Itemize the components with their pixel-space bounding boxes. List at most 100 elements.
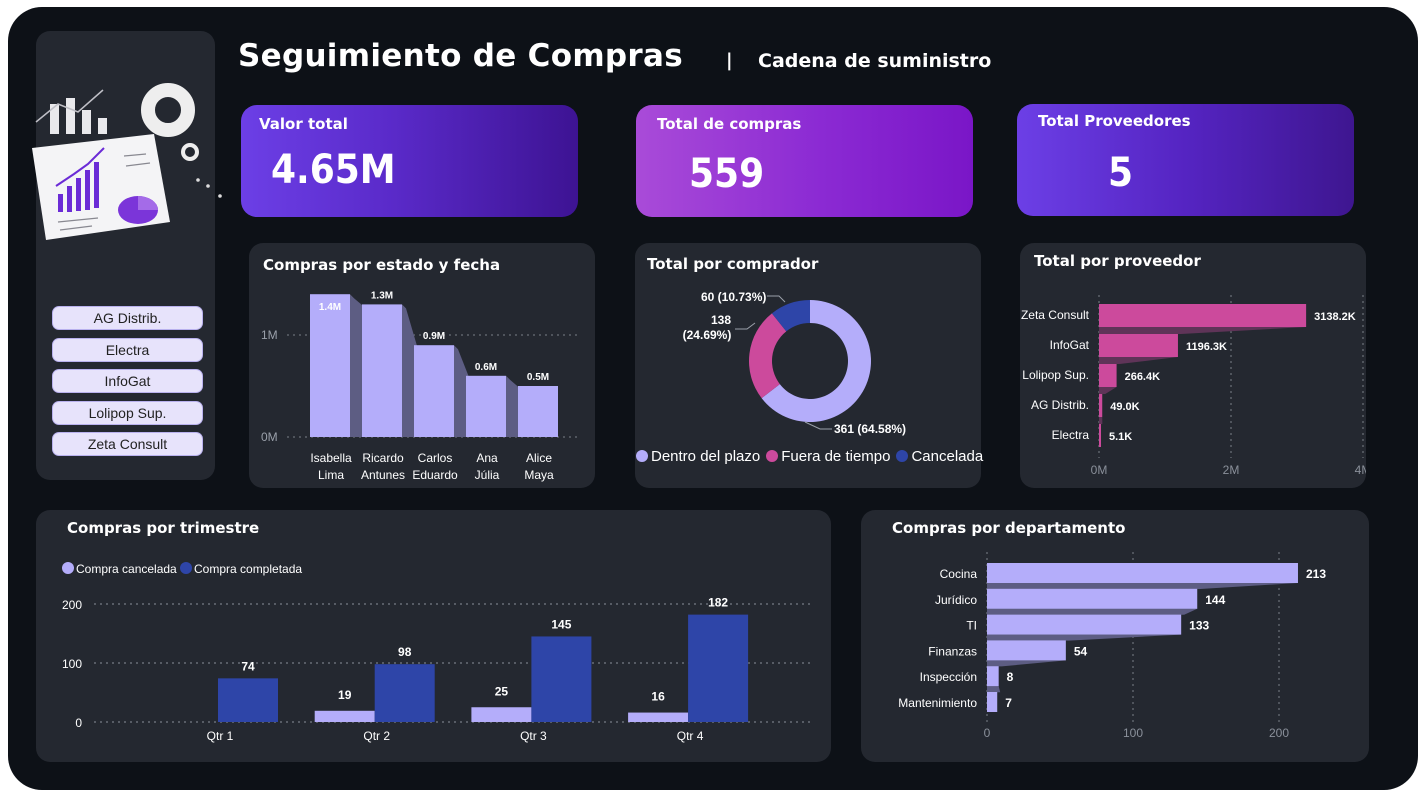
data-label: 144 [1205,593,1225,607]
y-tick-label: 200 [62,598,82,612]
data-label: (24.69%) [683,328,732,342]
legend-label: Cancelada [911,448,984,465]
y-tick-label: Finanzas [928,644,977,658]
y-tick-label: Electra [1052,428,1090,442]
data-label: 19 [338,688,352,702]
y-tick-label: Zeta Consult [1021,308,1090,322]
data-label: 266.4K [1125,371,1161,383]
ribbon [987,660,1066,667]
y-tick-label: Jurídico [935,593,977,607]
slicer-item[interactable]: Zeta Consult [52,432,203,456]
bar [1099,334,1178,357]
bar [987,640,1066,661]
y-tick-label: TI [966,619,977,633]
legend-swatch [636,450,648,462]
ribbon [987,608,1198,615]
y-tick-label: Mantenimiento [898,696,977,710]
bar [1099,364,1117,387]
legend-swatch [180,562,192,574]
x-tick-label: 4M [1355,463,1366,477]
chart-compras-trimestre: 0 100 200 Compra cancelada Compra completada… [62,562,814,743]
data-label: 7 [1005,696,1012,710]
kpi-card-total-compras: Total de compras 559 [636,105,973,217]
ribbon [1099,357,1178,364]
x-tick-label: 2M [1223,463,1240,477]
leader-line [735,322,756,330]
x-tick-label: Eduardo [412,468,458,482]
y-tick-label: 0 [75,716,82,730]
y-tick-label: Lolipop Sup. [1022,368,1089,382]
slicer-item[interactable]: Lolipop Sup. [52,400,203,425]
kpi-label: Valor total [259,115,348,133]
bar [987,588,1198,609]
kpi-value: 5 [1108,150,1134,196]
legend-label: Compra cancelada [76,562,177,576]
data-label: 0.9M [423,331,445,342]
x-tick-label: Qtr 4 [677,729,704,743]
bar [218,678,278,722]
bar [688,614,749,722]
ribbon [1099,327,1307,334]
bar [374,664,435,722]
kpi-card-valor-total: Valor total 4.65M [241,105,578,217]
report-illustration [32,83,222,240]
bar [987,666,999,687]
kpi-value: 559 [689,151,765,197]
bar [987,563,1298,583]
y-tick-label: 0M [261,430,278,444]
data-label: 213 [1306,567,1326,581]
leader-line [767,295,786,303]
legend-swatch [896,450,909,462]
x-tick-label: 0M [1091,463,1108,477]
x-tick-label: Lima [318,468,344,482]
data-label: 74 [241,659,255,673]
bar [1099,304,1307,327]
legend-item: Fuera de tiempo [766,448,890,465]
x-tick-label: 0 [984,726,991,740]
chart-compras-departamento: 0 100 200 Cocina 213 Jurídico 144 TI 133 Finanzas… [898,552,1326,740]
y-tick-label: Cocina [940,567,978,581]
data-label: 8 [1007,670,1014,684]
bar [310,294,350,437]
legend-label: Compra completada [194,562,302,576]
bar [628,712,689,722]
bar [314,710,375,722]
x-tick-label: Júlia [475,468,500,482]
chart-total-proveedor: 0M 2M 4M Zeta Consult 3138.2K InfoGat 1196.3K L… [1021,295,1366,477]
bar [362,304,402,437]
bar [1099,394,1103,417]
x-tick-label: Ricardo [362,451,404,465]
legend-item: Dentro del plazo [636,448,760,465]
data-label: 16 [651,690,665,704]
bar [466,375,506,437]
y-tick-label: AG Distrib. [1031,398,1089,412]
legend-label: Fuera de tiempo [781,448,891,465]
ribbon [1099,417,1103,424]
data-label: 1.3M [371,290,393,301]
ribbon [987,634,1182,641]
slicer-item[interactable]: Electra [52,337,203,362]
bar [531,636,592,722]
pie-legend: Dentro del plazo Fuera de tiempo Cancelada [636,448,989,465]
data-label: 25 [495,684,509,698]
data-label: 361 (64.58%) [834,422,906,436]
kpi-card-total-proveedores: Total Proveedores 5 [1017,104,1354,216]
data-label: 98 [398,645,412,659]
legend-label: Dentro del plazo [651,448,761,465]
ribbon [1099,387,1117,394]
chart-compras-estado-fecha: 0M 1M 1.4M Isabella Lima 1.3M Ricardo Antunes 0.… [261,290,579,482]
slicer-item[interactable]: InfoGat [52,369,203,393]
bar [1099,424,1101,447]
x-tick-label: Antunes [361,468,405,482]
y-tick-label: Inspección [920,670,977,684]
bar [987,692,998,712]
data-label: 5.1K [1109,431,1132,443]
slicer-item[interactable]: AG Distrib. [52,306,203,330]
x-tick-label: Qtr 1 [207,729,234,743]
title-separator: | [726,50,733,71]
y-tick-label: 100 [62,657,82,671]
data-label: 182 [708,596,728,610]
bar [471,707,532,722]
page-subtitle: Cadena de suministro [758,50,992,72]
x-tick-label: Alice [526,451,552,465]
